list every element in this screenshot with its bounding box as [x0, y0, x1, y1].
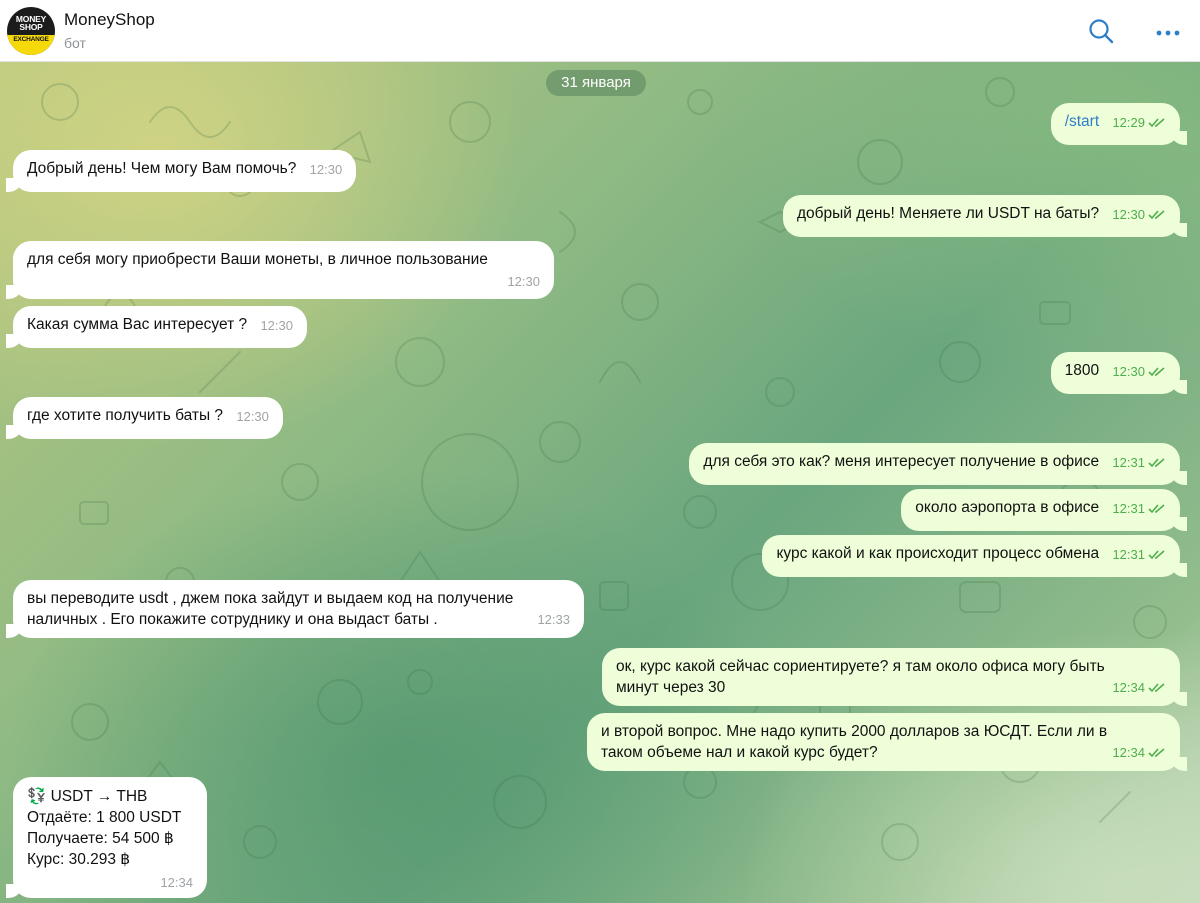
- message-meta: 12:34: [1112, 677, 1166, 698]
- message-text: около аэропорта в офисе: [915, 499, 1100, 516]
- message-outgoing[interactable]: для себя это как? меня интересует получе…: [689, 443, 1187, 485]
- message-meta: 12:30: [236, 406, 269, 427]
- message-meta: 12:34: [1112, 742, 1166, 763]
- message-time: 12:30: [507, 274, 540, 289]
- chat-header: MONEY SHOP EXCHANGE MoneyShop бот: [0, 0, 1200, 62]
- message-time: 12:30: [1112, 207, 1145, 222]
- message-time: 12:34: [160, 875, 193, 890]
- message-incoming[interactable]: для себя могу приобрести Ваши монеты, в …: [6, 241, 554, 299]
- message-text: где хотите получить баты ?: [27, 407, 224, 424]
- message-text-line-2: таком объеме нал и какой курс будет?: [601, 744, 878, 761]
- message-outgoing[interactable]: ок, курс какой сейчас сориентируете? я т…: [602, 648, 1187, 706]
- avatar-logo-subtext: EXCHANGE: [13, 36, 49, 43]
- message-outgoing[interactable]: около аэропорта в офисе 12:31: [901, 489, 1187, 531]
- search-icon: [1089, 19, 1114, 44]
- message-text: курс какой и как происходит процесс обме…: [776, 545, 1100, 562]
- quote-receive: Получаете: 54 500 ฿: [27, 830, 174, 847]
- message-text-line: наличных . Его покажите сотруднику и она…: [27, 609, 570, 630]
- message-time: 12:29: [1112, 115, 1145, 130]
- double-check-icon: [1148, 682, 1165, 692]
- message-text-line: вы переводите usdt , джем пока зайдут и …: [27, 590, 514, 607]
- chat-area[interactable]: 31 января /start 12:29 Добрый день! Чем …: [0, 62, 1200, 903]
- message-meta: 12:30: [260, 315, 293, 336]
- message-meta: 12:30: [1112, 204, 1166, 225]
- message-time: 12:34: [1112, 745, 1145, 760]
- quote-header: 💱 USDT → THB: [27, 788, 148, 805]
- message-incoming[interactable]: Какая сумма Вас интересует ? 12:30: [6, 306, 307, 348]
- message-incoming[interactable]: где хотите получить баты ? 12:30: [6, 397, 283, 439]
- double-check-icon: [1148, 366, 1165, 376]
- message-meta: 12:31: [1112, 498, 1166, 519]
- message-text-line-2: наличных . Его покажите сотруднику и она…: [27, 611, 438, 628]
- message-text-line: ок, курс какой сейчас сориентируете? я т…: [616, 658, 1105, 675]
- double-check-icon: [1148, 117, 1165, 127]
- message-time: 12:31: [1112, 455, 1145, 470]
- message-text: добрый день! Меняете ли USDT на баты?: [796, 205, 1100, 222]
- double-check-icon: [1148, 457, 1165, 467]
- message-meta: 12:29: [1112, 112, 1166, 133]
- message-time: 12:31: [1112, 501, 1145, 516]
- message-text: Добрый день! Чем могу Вам помочь?: [27, 160, 297, 177]
- message-meta: 12:30: [1112, 361, 1166, 382]
- avatar-logo-text: MONEY SHOP: [15, 14, 47, 32]
- chat-title[interactable]: MoneyShop: [64, 10, 155, 30]
- message-text: Какая сумма Вас интересует ?: [27, 316, 248, 333]
- message-incoming[interactable]: вы переводите usdt , джем пока зайдут и …: [6, 580, 584, 638]
- message-text[interactable]: /start: [1065, 113, 1099, 130]
- message-time: 12:34: [1112, 680, 1145, 695]
- message-time: 12:31: [1112, 547, 1145, 562]
- message-text: 1800: [1064, 362, 1100, 379]
- message-text-line: таком объеме нал и какой курс будет? 12:…: [601, 742, 1166, 763]
- message-outgoing[interactable]: /start 12:29: [1050, 103, 1188, 145]
- message-meta: 12:30: [310, 159, 343, 180]
- message-meta: 12:34: [27, 872, 193, 893]
- message-incoming[interactable]: Добрый день! Чем могу Вам помочь? 12:30: [5, 150, 357, 192]
- message-text-line: минут через 30 12:34: [616, 677, 1166, 698]
- more-button[interactable]: [1152, 15, 1184, 47]
- message-meta: 12:30: [27, 271, 540, 292]
- message-time: 12:30: [260, 318, 293, 333]
- quote-rate: Курс: 30.293 ฿: [27, 851, 131, 868]
- bot-avatar[interactable]: MONEY SHOP EXCHANGE: [7, 7, 55, 55]
- search-button[interactable]: [1085, 15, 1117, 47]
- chat-subtitle: бот: [64, 35, 86, 51]
- message-outgoing[interactable]: добрый день! Меняете ли USDT на баты? 12…: [782, 195, 1188, 237]
- double-check-icon: [1148, 209, 1165, 219]
- message-text: для себя это как? меня интересует получе…: [703, 453, 1100, 470]
- message-outgoing[interactable]: курс какой и как происходит процесс обме…: [762, 535, 1187, 577]
- message-time: 12:30: [236, 409, 269, 424]
- message-incoming-rate-quote[interactable]: 💱 USDT → THB Отдаёте: 1 800 USDT Получае…: [6, 777, 207, 898]
- message-meta: 12:31: [1112, 452, 1166, 473]
- message-time: 12:33: [537, 612, 570, 627]
- quote-give: Отдаёте: 1 800 USDT: [27, 809, 182, 826]
- message-time: 12:30: [1112, 364, 1145, 379]
- message-outgoing[interactable]: и второй вопрос. Мне надо купить 2000 до…: [587, 713, 1187, 771]
- double-check-icon: [1148, 549, 1165, 559]
- message-text: для себя могу приобрести Ваши монеты, в …: [27, 251, 488, 268]
- more-dots-icon: [1156, 30, 1180, 36]
- double-check-icon: [1148, 747, 1165, 757]
- message-outgoing[interactable]: 1800 12:30: [1050, 352, 1188, 394]
- date-separator: 31 января: [546, 70, 646, 96]
- message-time: 12:30: [309, 162, 343, 177]
- message-text-line-2: минут через 30: [616, 679, 726, 696]
- message-meta: 12:31: [1112, 544, 1166, 565]
- message-text-line: и второй вопрос. Мне надо купить 2000 до…: [601, 723, 1108, 740]
- double-check-icon: [1148, 503, 1165, 513]
